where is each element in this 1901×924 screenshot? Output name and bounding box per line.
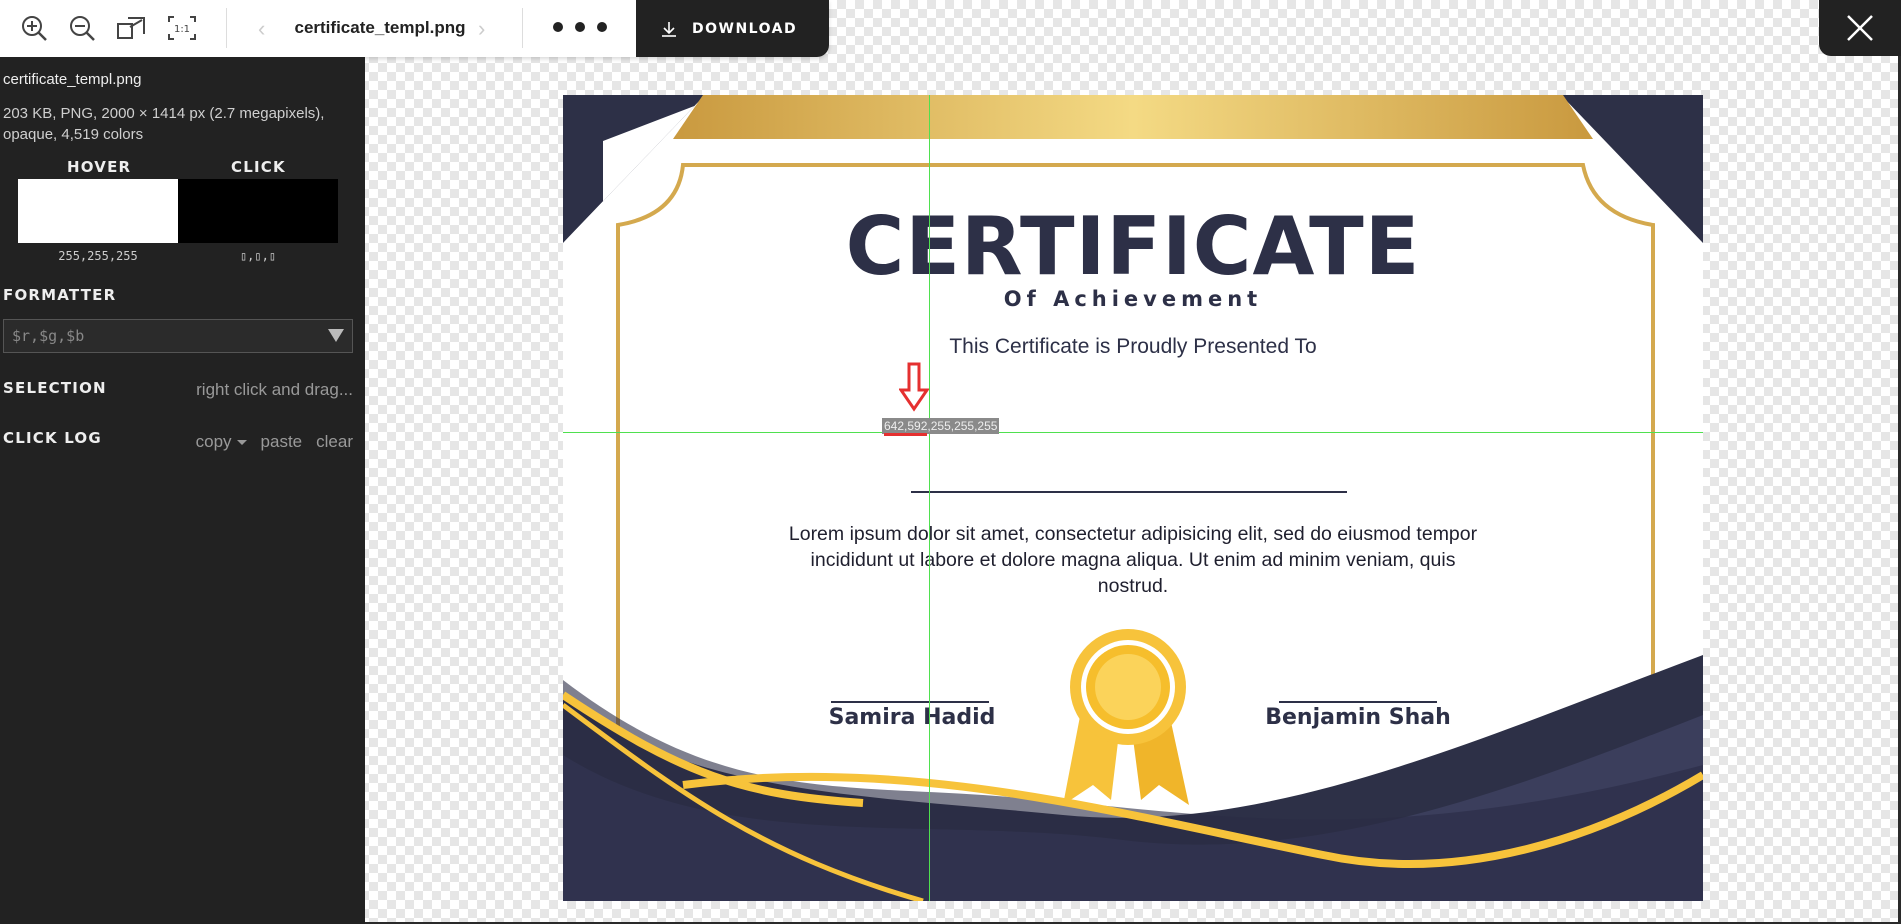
signer-right: Benjamin Shah (1265, 705, 1451, 730)
top-toolbar: 1:1 ‹ certificate_templ.png › DOWNLOAD (0, 0, 829, 57)
formatter-label: FORMATTER (3, 286, 117, 304)
click-log-label: CLICK LOG (3, 429, 102, 447)
toolbar-filename: certificate_templ.png (294, 18, 466, 37)
caret-down-icon (236, 440, 247, 446)
paste-button[interactable]: paste (261, 432, 303, 452)
signature-line-right (1279, 701, 1437, 703)
signature-line-left (831, 701, 989, 703)
click-label: CLICK (231, 158, 286, 176)
copy-label: copy (195, 432, 232, 451)
certificate-image[interactable]: CERTIFICATE Of Achievement This Certific… (563, 95, 1703, 901)
zoom-out-icon[interactable] (65, 11, 99, 45)
formatter-placeholder: $r,$g,$b (12, 327, 85, 345)
clear-button[interactable]: clear (316, 432, 353, 452)
certificate-body-text: Lorem ipsum dolor sit amet, consectetur … (788, 523, 1478, 597)
copy-button[interactable]: copy (196, 432, 247, 452)
svg-text:1:1: 1:1 (174, 24, 190, 35)
close-button[interactable] (1819, 0, 1901, 56)
pixel-coords: 642,592 (884, 419, 928, 436)
download-button[interactable]: DOWNLOAD (636, 0, 829, 57)
click-log-actions: copy paste clear (196, 432, 353, 452)
crosshair-horizontal (563, 432, 1703, 433)
formatter-input[interactable]: $r,$g,$b (3, 319, 353, 353)
download-icon (662, 21, 676, 37)
recipient-name-line (911, 491, 1347, 493)
selection-label: SELECTION (3, 379, 107, 397)
hover-label: HOVER (67, 158, 132, 176)
click-color-swatch (178, 179, 338, 243)
signer-left: Samira Hadid (828, 705, 996, 730)
crosshair-vertical (929, 95, 930, 901)
selection-hint: right click and drag... (196, 380, 353, 399)
chevron-right-icon[interactable]: › (478, 16, 485, 42)
certificate-title: CERTIFICATE (845, 200, 1421, 293)
zoom-in-icon[interactable] (17, 11, 51, 45)
file-metadata: 203 KB, PNG, 2000 × 1414 px (2.7 megapix… (3, 105, 325, 143)
info-sidebar: certificate_templ.png 203 KB, PNG, 2000 … (0, 57, 365, 924)
chevron-left-icon[interactable]: ‹ (258, 16, 265, 42)
chevron-down-icon[interactable] (328, 329, 344, 342)
fit-to-window-icon[interactable] (114, 11, 148, 45)
hover-color-value: 255,255,255 (58, 249, 138, 263)
click-color-value: ▯,▯,▯ (239, 249, 277, 263)
pointer-arrow-icon (899, 362, 929, 412)
certificate-presented-text: This Certificate is Proudly Presented To (949, 335, 1317, 358)
download-label: DOWNLOAD (692, 20, 798, 37)
close-icon (1847, 15, 1873, 41)
hover-color-swatch (18, 179, 178, 243)
actual-size-icon[interactable]: 1:1 (165, 11, 199, 45)
toolbar-separator (226, 8, 227, 48)
certificate-subtitle: Of Achievement (1003, 287, 1263, 311)
toolbar-separator (522, 8, 523, 48)
more-dots-icon[interactable] (553, 14, 607, 40)
sidebar-filename: certificate_templ.png (3, 71, 142, 88)
pixel-readout: 642,592,255,255,255 (882, 418, 1000, 436)
pixel-rgb: ,255,255,255 (927, 419, 998, 433)
